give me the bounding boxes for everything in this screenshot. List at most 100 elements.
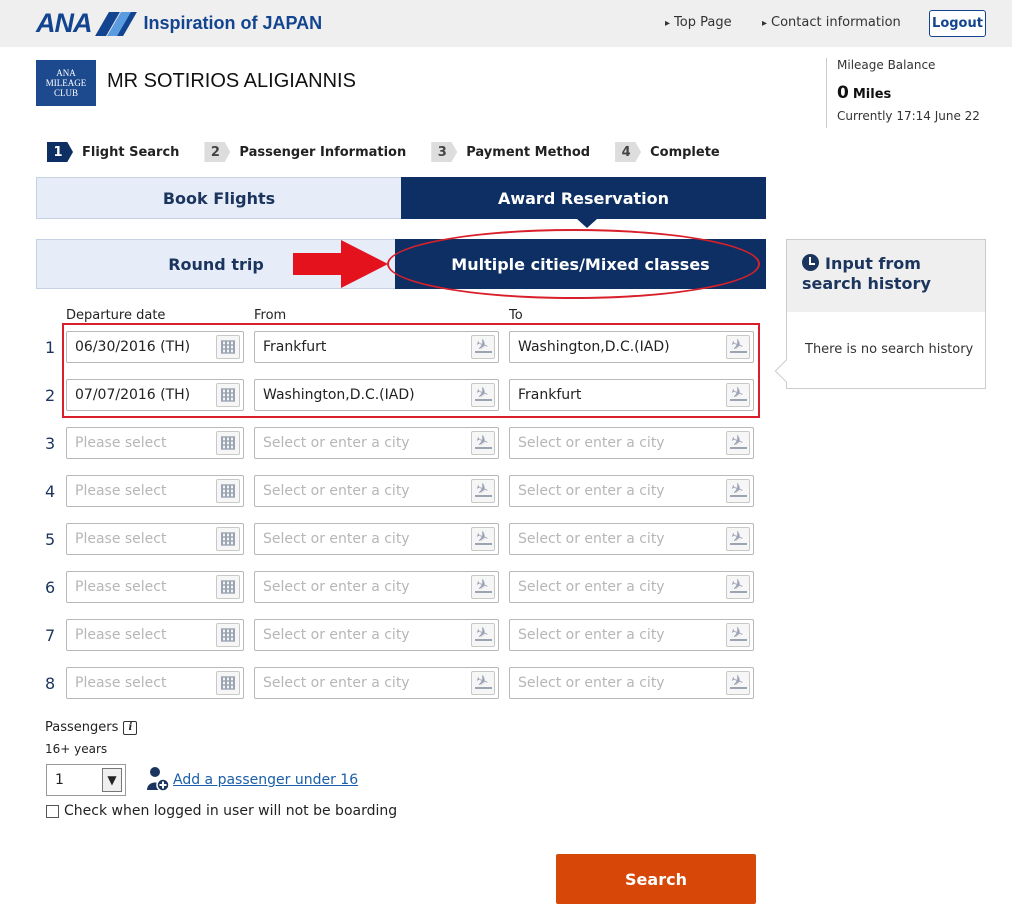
add-passenger-link[interactable]: Add a passenger under 16 — [173, 772, 358, 788]
ana-logo[interactable]: ANA Inspiration of JAPAN — [36, 8, 322, 39]
not-boarding-checkbox[interactable] — [46, 804, 59, 818]
info-icon[interactable]: i — [123, 720, 138, 735]
airplane-icon[interactable] — [726, 671, 750, 695]
passenger-count-value: 1 — [55, 772, 64, 788]
tab-book-flights[interactable]: Book Flights — [36, 177, 402, 219]
active-tab-pointer — [577, 219, 597, 228]
row-number: 7 — [45, 626, 56, 645]
mileage-title: Mileage Balance — [837, 58, 936, 72]
departure-date-field-value: Please select — [75, 627, 167, 643]
logo-stripes-icon — [94, 11, 137, 36]
row-number: 1 — [45, 338, 56, 357]
to-city-field-value: Select or enter a city — [518, 627, 665, 643]
step-flight-search: 1 Flight Search — [47, 142, 179, 162]
airplane-icon[interactable] — [471, 479, 495, 503]
search-history-panel: Input from search history There is no se… — [774, 239, 986, 389]
airplane-icon[interactable] — [471, 623, 495, 647]
departure-date-field[interactable]: Please select — [66, 667, 244, 699]
step-number: 3 — [431, 142, 458, 162]
red-arrow-annotation — [293, 240, 388, 288]
logo-text: ANA — [36, 8, 92, 38]
calendar-icon[interactable] — [216, 671, 240, 695]
to-city-field[interactable]: Select or enter a city — [509, 571, 754, 603]
tab-award-reservation[interactable]: Award Reservation — [401, 177, 766, 219]
departure-date-field-value: Please select — [75, 483, 167, 499]
departure-date-field[interactable]: Please select — [66, 571, 244, 603]
mileage-club-badge: ANA MILEAGE CLUB — [36, 60, 96, 106]
departure-date-field[interactable]: Please select — [66, 475, 244, 507]
airplane-icon[interactable] — [726, 431, 750, 455]
from-city-field[interactable]: Select or enter a city — [254, 619, 499, 651]
airplane-icon[interactable] — [726, 575, 750, 599]
top-page-link[interactable]: Top Page — [665, 15, 732, 30]
mileage-unit: Miles — [852, 87, 892, 102]
history-title: Input from search history — [802, 254, 931, 293]
to-city-field-value: Select or enter a city — [518, 435, 665, 451]
top-header: ANA Inspiration of JAPAN Top Page Contac… — [0, 0, 1012, 47]
logo-tagline: Inspiration of JAPAN — [143, 13, 323, 33]
from-city-field[interactable]: Select or enter a city — [254, 571, 499, 603]
row-number: 5 — [45, 530, 56, 549]
mileage-timestamp: Currently 17:14 June 22 — [837, 109, 980, 123]
member-name: MR SOTIRIOS ALIGIANNIS — [107, 70, 356, 92]
step-payment-method: 3 Payment Method — [431, 142, 590, 162]
to-city-field-value: Select or enter a city — [518, 675, 665, 691]
history-header[interactable]: Input from search history — [787, 240, 985, 312]
to-city-field[interactable]: Select or enter a city — [509, 667, 754, 699]
airplane-icon[interactable] — [471, 671, 495, 695]
airplane-icon[interactable] — [471, 575, 495, 599]
departure-date-field-value: Please select — [75, 675, 167, 691]
calendar-icon[interactable] — [216, 527, 240, 551]
step-number: 4 — [615, 142, 642, 162]
red-box-annotation — [62, 323, 760, 418]
step-complete: 4 Complete — [615, 142, 720, 162]
airplane-icon[interactable] — [726, 479, 750, 503]
calendar-icon[interactable] — [216, 575, 240, 599]
not-boarding-option[interactable]: Check when logged in user will not be bo… — [46, 803, 397, 819]
airplane-icon[interactable] — [471, 431, 495, 455]
search-button[interactable]: Search — [556, 854, 756, 904]
to-label: To — [509, 308, 523, 323]
calendar-icon[interactable] — [216, 623, 240, 647]
calendar-icon[interactable] — [216, 479, 240, 503]
row-number: 6 — [45, 578, 56, 597]
step-number: 2 — [204, 142, 231, 162]
mileage-value: 0 Miles — [837, 83, 980, 103]
departure-date-field[interactable]: Please select — [66, 619, 244, 651]
mileage-number: 0 — [837, 83, 849, 103]
airplane-icon[interactable] — [726, 527, 750, 551]
clock-icon — [802, 254, 819, 271]
logout-button[interactable]: Logout — [929, 10, 986, 37]
panel-notch — [774, 359, 798, 383]
from-city-field-value: Select or enter a city — [263, 531, 410, 547]
step-label: Passenger Information — [239, 144, 407, 160]
to-city-field[interactable]: Select or enter a city — [509, 523, 754, 555]
step-label: Flight Search — [82, 144, 180, 160]
passengers-label: Passengers i — [45, 720, 138, 735]
add-person-icon[interactable] — [146, 766, 170, 792]
from-city-field[interactable]: Select or enter a city — [254, 427, 499, 459]
row-number: 4 — [45, 482, 56, 501]
to-city-field[interactable]: Select or enter a city — [509, 475, 754, 507]
airplane-icon[interactable] — [471, 527, 495, 551]
from-city-field[interactable]: Select or enter a city — [254, 475, 499, 507]
step-passenger-information: 2 Passenger Information — [204, 142, 406, 162]
passenger-count-select[interactable]: 1 ▼ — [46, 764, 126, 796]
to-city-field[interactable]: Select or enter a city — [509, 427, 754, 459]
history-empty-message: There is no search history — [805, 342, 974, 357]
not-boarding-label: Check when logged in user will not be bo… — [64, 803, 398, 819]
from-city-field-value: Select or enter a city — [263, 579, 410, 595]
row-number: 8 — [45, 674, 56, 693]
to-city-field-value: Select or enter a city — [518, 483, 665, 499]
red-ellipse-annotation — [387, 229, 760, 299]
contact-link[interactable]: Contact information — [762, 15, 901, 30]
from-city-field[interactable]: Select or enter a city — [254, 523, 499, 555]
airplane-icon[interactable] — [726, 623, 750, 647]
step-label: Payment Method — [466, 144, 591, 160]
departure-date-field[interactable]: Please select — [66, 523, 244, 555]
calendar-icon[interactable] — [216, 431, 240, 455]
to-city-field[interactable]: Select or enter a city — [509, 619, 754, 651]
departure-date-field[interactable]: Please select — [66, 427, 244, 459]
from-city-field[interactable]: Select or enter a city — [254, 667, 499, 699]
mileage-balance-panel: Mileage Balance 0 Miles Currently 17:14 J… — [826, 58, 980, 128]
